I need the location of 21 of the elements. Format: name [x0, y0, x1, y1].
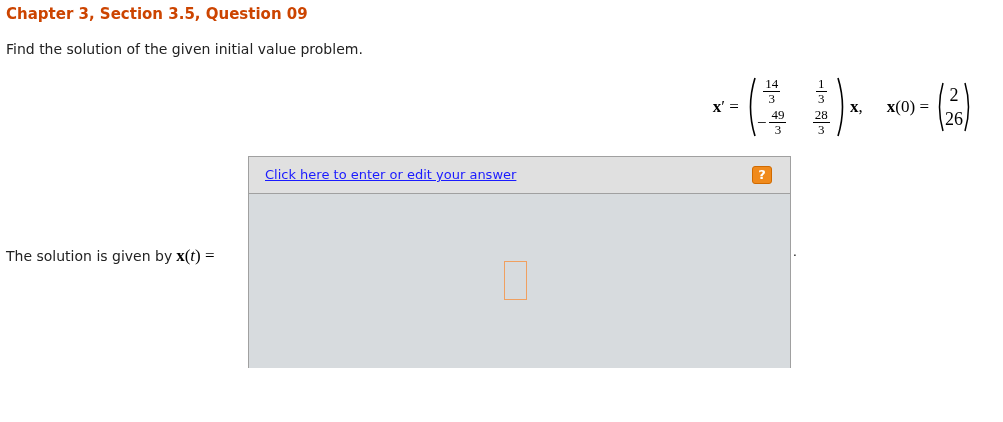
question-title: Chapter 3, Section 3.5, Question 09 [6, 4, 308, 24]
period-text: . [793, 244, 797, 260]
prompt-text: Find the solution of the given initial value problem. [6, 40, 363, 58]
numerator: 28 [812, 108, 830, 123]
numerator: 49 [769, 108, 787, 123]
numerator: 1 [816, 77, 827, 92]
denominator: 3 [818, 123, 825, 137]
vector-entry: 2 [949, 84, 959, 107]
minus-sign: − [756, 111, 767, 134]
answer-input-field[interactable] [504, 261, 527, 300]
denominator: 3 [768, 92, 775, 106]
math-text: x, [850, 96, 863, 119]
math-text: x′ = [712, 96, 739, 119]
answer-label: The solution is given by [6, 247, 173, 266]
math-text: x(0) = [886, 96, 929, 119]
vector-entry: 26 [945, 108, 963, 131]
edit-answer-link[interactable]: Click here to enter or edit your answer [265, 165, 517, 185]
numerator: 14 [763, 77, 781, 92]
denominator: 3 [818, 92, 825, 106]
math-text: x(t) = [176, 246, 215, 266]
denominator: 3 [774, 123, 782, 137]
